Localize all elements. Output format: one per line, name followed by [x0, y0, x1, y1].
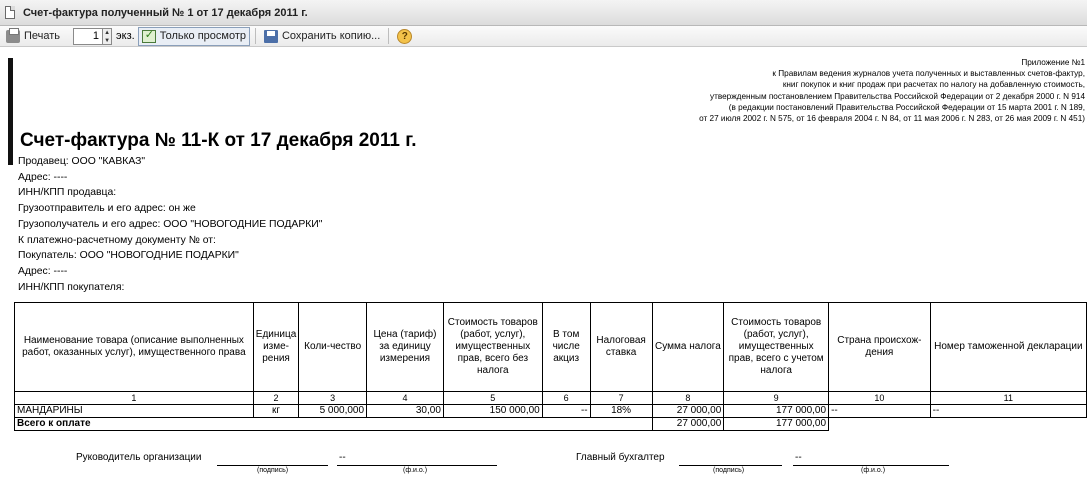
- head-name-caption: (ф.и.о.): [403, 467, 428, 474]
- cursor-marker: [8, 58, 13, 165]
- seller-address-line: Адрес: ----: [18, 171, 68, 183]
- copies-spinner[interactable]: ▲ ▼: [103, 27, 113, 45]
- seller-inn-line: ИНН/КПП продавца:: [18, 187, 117, 199]
- accountant-name-line: [793, 465, 949, 466]
- head-label: Руководитель организации: [76, 452, 202, 463]
- declaration-cell: --: [929, 404, 1087, 418]
- item-name-cell: МАНДАРИНЫ: [14, 404, 254, 418]
- shipper-line: Грузоотправитель и его адрес: он же: [18, 203, 196, 215]
- copies-input[interactable]: 1: [73, 27, 104, 45]
- column-number: 4: [366, 391, 444, 405]
- table-row: МАНДАРИНЫ кг 5 000,000 30,00 150 000,00 …: [14, 404, 1087, 418]
- buyer-line: Покупатель: ООО "НОВОГОДНИЕ ПОДАРКИ": [18, 250, 239, 262]
- accountant-sign-caption: (подпись): [713, 467, 745, 474]
- spin-up-icon[interactable]: ▲: [104, 30, 110, 36]
- invoice-table: Наименование товара (описание выполненны…: [14, 302, 1087, 431]
- view-only-button[interactable]: Только просмотр: [137, 26, 250, 46]
- column-header: Наименование товара (описание выполненны…: [14, 302, 254, 392]
- invoice-info: Продавец: ООО "КАВКАЗ" Адрес: ---- ИНН/К…: [18, 154, 322, 295]
- printer-icon: [6, 27, 20, 43]
- toolbar: Печать 1 ▲▼ экз. Только просмотр Сохрани…: [0, 26, 1087, 47]
- appendix-note: Приложение №1 к Правилам ведения журнало…: [699, 57, 1085, 124]
- head-name: --: [339, 452, 346, 463]
- save-copy-button[interactable]: Сохранить копию...: [261, 27, 383, 46]
- empty-cell: [930, 418, 1086, 431]
- empty-cell: [829, 418, 931, 431]
- appendix-line: к Правилам ведения журналов учета получе…: [772, 69, 1085, 79]
- spin-down-icon[interactable]: ▼: [104, 38, 110, 44]
- column-number: 5: [442, 391, 543, 405]
- appendix-line: (в редакции постановлений Правительства …: [728, 102, 1085, 112]
- toolbar-separator: [254, 28, 256, 44]
- document-area: Приложение №1 к Правилам ведения журнало…: [0, 48, 1087, 499]
- accountant-label: Главный бухгалтер: [576, 452, 665, 463]
- copies-unit: экз.: [116, 30, 135, 42]
- save-copy-label: Сохранить копию...: [281, 30, 381, 42]
- price-cell: 30,00: [366, 404, 444, 418]
- amount-cell: 150 000,00: [442, 404, 543, 418]
- tax-amount-cell: 27 000,00: [651, 404, 725, 418]
- floppy-icon: [263, 29, 278, 43]
- appendix-line: Приложение №1: [1021, 58, 1085, 67]
- column-header: Коли-чество: [298, 302, 368, 392]
- column-header: Единица изме-рения: [252, 302, 300, 392]
- column-header: Номер таможенной декларации: [929, 302, 1087, 392]
- column-number: 7: [589, 391, 653, 405]
- head-signature-line: [217, 465, 328, 466]
- column-header: Стоимость товаров (работ, услуг), имущес…: [442, 302, 543, 392]
- buyer-address-line: Адрес: ----: [18, 265, 68, 277]
- country-cell: --: [828, 404, 931, 418]
- total-sum-cell: 177 000,00: [723, 417, 830, 431]
- window-title: Счет-фактура полученный № 1 от 17 декабр…: [23, 6, 308, 19]
- help-button[interactable]: ?: [394, 27, 415, 46]
- column-number: 2: [252, 391, 300, 405]
- column-header: Налоговая ставка: [589, 302, 653, 392]
- column-number: 6: [541, 391, 591, 405]
- excise-cell: --: [541, 404, 591, 418]
- total-amount-cell: 177 000,00: [723, 404, 830, 418]
- column-number: 9: [723, 391, 830, 405]
- column-number: 1: [14, 391, 254, 405]
- total-label-cell: Всего к оплате: [14, 417, 653, 431]
- column-header: Страна происхож-дения: [828, 302, 931, 392]
- invoice-title: Счет-фактура № 11-К от 17 декабря 2011 г…: [20, 130, 417, 151]
- tax-rate-cell: 18%: [589, 404, 653, 418]
- column-header: Цена (тариф) за единицу измерения: [366, 302, 444, 392]
- column-number-row: 1 2 3 4 5 6 7 8 9 10 11: [14, 391, 1087, 405]
- consignee-line: Грузополучатель и его адрес: ООО "НОВОГО…: [18, 218, 323, 230]
- payment-doc-line: К платежно-расчетному документу № от:: [18, 234, 216, 246]
- column-number: 10: [828, 391, 931, 405]
- column-number: 3: [298, 391, 368, 405]
- accountant-signature-line: [679, 465, 782, 466]
- column-number: 11: [929, 391, 1087, 405]
- table-header-row: Наименование товара (описание выполненны…: [14, 302, 1087, 392]
- column-header: В том числе акциз: [541, 302, 591, 392]
- view-only-label: Только просмотр: [159, 30, 246, 42]
- view-only-icon: [141, 28, 156, 43]
- help-icon: ?: [397, 28, 413, 44]
- appendix-line: книг покупок и книг продаж при расчетах …: [782, 80, 1085, 90]
- column-header: Сумма налога: [651, 302, 725, 392]
- appendix-line: утвержденным постановлением Правительств…: [710, 91, 1085, 101]
- accountant-name: --: [795, 452, 802, 463]
- head-sign-caption: (подпись): [257, 467, 289, 474]
- window-title-bar: Счет-фактура полученный № 1 от 17 декабр…: [0, 0, 1087, 26]
- print-button[interactable]: Печать: [3, 27, 63, 46]
- document-icon: [5, 6, 15, 19]
- appendix-line: от 27 июля 2002 г. N 575, от 16 февраля …: [699, 114, 1085, 124]
- seller-line: Продавец: ООО "КАВКАЗ": [18, 156, 146, 167]
- print-label: Печать: [24, 30, 61, 42]
- total-tax-cell: 27 000,00: [651, 417, 725, 431]
- column-header: Стоимость товаров (работ, услуг), имущес…: [723, 302, 830, 392]
- quantity-cell: 5 000,000: [298, 404, 368, 418]
- accountant-name-caption: (ф.и.о.): [861, 467, 886, 474]
- head-name-line: [337, 465, 497, 466]
- toolbar-separator: [388, 28, 390, 44]
- buyer-inn-line: ИНН/КПП покупателя:: [18, 281, 125, 293]
- total-row: Всего к оплате 27 000,00 177 000,00: [14, 417, 1087, 431]
- column-number: 8: [651, 391, 725, 405]
- unit-cell: кг: [252, 404, 300, 418]
